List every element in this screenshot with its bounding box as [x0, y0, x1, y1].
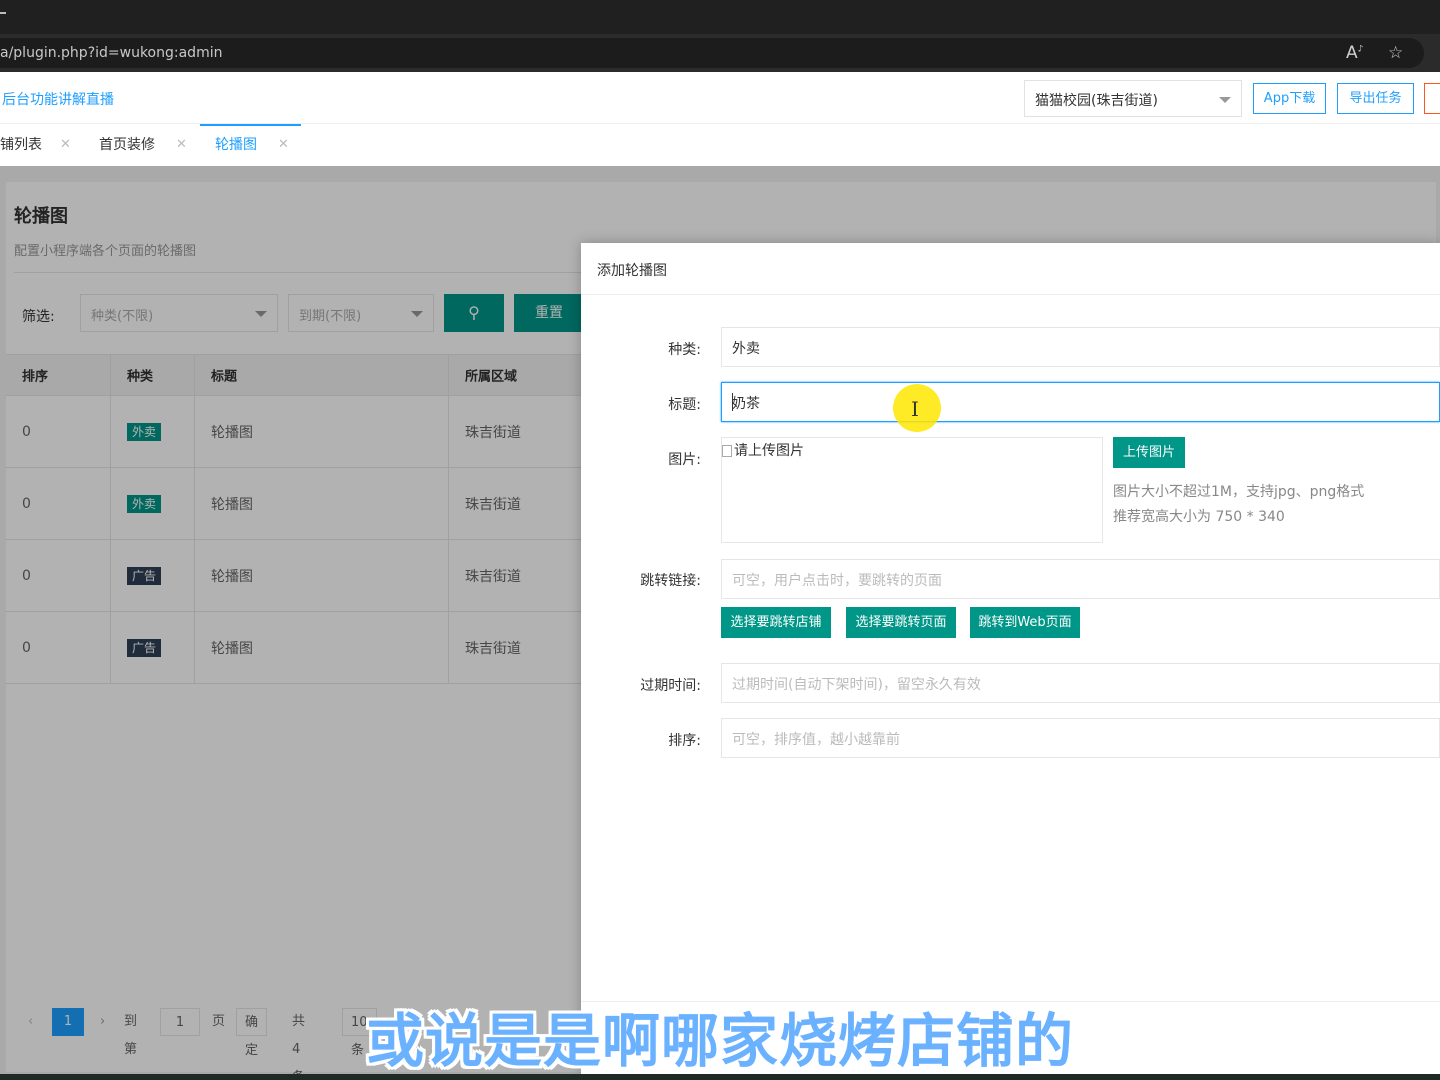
type-value: 外卖 — [732, 341, 760, 357]
live-tutorial-link[interactable]: 后台功能讲解直播 — [2, 89, 114, 109]
sort-input[interactable]: 可空，排序值，越小越靠前 — [721, 718, 1440, 758]
dialog-title-bar: 添加轮播图 — [581, 243, 1440, 295]
address-url[interactable]: a/plugin.php?id=wukong:admin — [0, 45, 222, 61]
image-alt: 请上传图片 — [722, 440, 804, 460]
video-subtitle: 或说是是啊哪家烧烤店铺的 — [365, 1007, 1074, 1075]
sort-label: 排序: — [668, 733, 701, 749]
bottom-strip — [0, 1074, 1440, 1080]
page-tabs: 铺列表 ✕ 首页装修 ✕ 轮播图 ✕ — [0, 124, 1440, 166]
star-icon[interactable]: ☆ — [1388, 43, 1403, 63]
export-tasks-button[interactable]: 导出任务 — [1337, 83, 1414, 114]
tab-home-decor[interactable]: 首页装修 ✕ — [84, 124, 200, 166]
jump-web-button[interactable]: 跳转到Web页面 — [970, 607, 1080, 638]
image-preview[interactable]: 请上传图片 — [721, 437, 1103, 543]
expire-placeholder: 过期时间(自动下架时间)，留空永久有效 — [732, 677, 981, 693]
tab-label: 铺列表 — [0, 137, 42, 153]
close-icon[interactable]: ✕ — [176, 124, 187, 166]
choose-store-button[interactable]: 选择要跳转店铺 — [721, 607, 831, 638]
chevron-down-icon — [1219, 97, 1231, 103]
tab-store-list[interactable]: 铺列表 ✕ — [0, 124, 84, 166]
tab-label: 轮播图 — [215, 137, 257, 153]
type-label: 种类: — [668, 342, 701, 358]
close-icon[interactable]: ✕ — [60, 124, 71, 166]
type-select[interactable]: 外卖 — [721, 327, 1440, 367]
address-bar[interactable]: a/plugin.php?id=wukong:admin A♪ ☆ — [0, 38, 1424, 68]
link-placeholder: 可空，用户点击时，要跳转的页面 — [732, 573, 942, 589]
read-aloud-icon[interactable]: A♪ — [1346, 43, 1363, 63]
title-input[interactable]: 奶茶 — [721, 382, 1440, 422]
text-caret — [732, 393, 733, 411]
campus-select-value: 猫猫校园(珠吉街道) — [1035, 93, 1158, 109]
add-carousel-dialog: 添加轮播图 种类: 外卖 标题: 奶茶 图片: 请上传图片 上传图片 图片大小不… — [581, 243, 1440, 1074]
app-download-button[interactable]: App下载 — [1253, 83, 1326, 114]
tab-label: 首页装修 — [99, 137, 155, 153]
dialog-title: 添加轮播图 — [597, 263, 667, 279]
sort-placeholder: 可空，排序值，越小越靠前 — [732, 732, 900, 748]
broken-image-icon — [722, 445, 732, 457]
close-icon[interactable]: ✕ — [278, 126, 289, 164]
app-header: 后台功能讲解直播 猫猫校园(珠吉街道) App下载 导出任务 — [0, 72, 1440, 124]
choose-page-button[interactable]: 选择要跳转页面 — [846, 607, 956, 638]
expire-input[interactable]: 过期时间(自动下架时间)，留空永久有效 — [721, 663, 1440, 703]
upload-image-button[interactable]: 上传图片 — [1113, 437, 1185, 468]
browser-tab-strip — [0, 0, 1440, 34]
expire-label: 过期时间: — [640, 678, 701, 694]
title-label: 标题: — [668, 397, 701, 413]
image-label: 图片: — [668, 452, 701, 468]
link-label: 跳转链接: — [640, 573, 701, 589]
text-cursor-icon: I — [911, 397, 919, 421]
truncated-orange-button[interactable] — [1424, 83, 1440, 114]
image-size-hint: 图片大小不超过1M，支持jpg、png格式 — [1113, 484, 1365, 500]
browser-tab-stub[interactable] — [0, 12, 6, 14]
campus-select[interactable]: 猫猫校园(珠吉街道) — [1024, 80, 1242, 117]
browser-toolbar: a/plugin.php?id=wukong:admin A♪ ☆ — [0, 34, 1440, 72]
title-value: 奶茶 — [732, 396, 760, 412]
tab-carousel[interactable]: 轮播图 ✕ — [200, 124, 301, 166]
image-dimension-hint: 推荐宽高大小为 750 * 340 — [1113, 509, 1285, 525]
link-input[interactable]: 可空，用户点击时，要跳转的页面 — [721, 559, 1440, 599]
